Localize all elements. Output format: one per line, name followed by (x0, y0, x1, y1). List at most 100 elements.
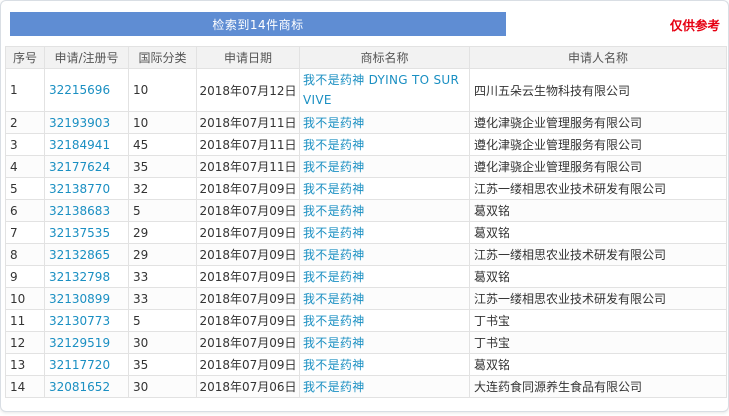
application-date: 2018年07月09日 (196, 221, 300, 244)
class-cell: 35 (128, 353, 197, 376)
application-date: 2018年07月11日 (196, 133, 300, 156)
table-row[interactable]: 3 32184941 45 2018年07月11日 我不是药神 遵化津骁企业管理服务有限公… (5, 133, 727, 156)
row-number: 1 (5, 68, 45, 112)
trademark-name-link[interactable]: 我不是药神 (299, 309, 470, 332)
reference-only-label: 仅供参考 (669, 18, 720, 33)
column-header-applicant[interactable]: 申请人名称 (469, 46, 727, 69)
column-header-date[interactable]: 申请日期 (196, 46, 300, 69)
class-cell: 45 (128, 133, 197, 156)
trademark-name-link[interactable]: 我不是药神 (299, 221, 470, 244)
trademark-name-link[interactable]: 我不是药神 (299, 155, 470, 178)
class-cell: 32 (128, 177, 197, 200)
class-cell: 29 (128, 221, 197, 244)
trademark-name-link[interactable]: 我不是药神 DYING TO SURVIVE (299, 68, 470, 112)
trademark-name-link[interactable]: 我不是药神 (299, 243, 470, 266)
table-row[interactable]: 1 32215696 10 2018年07月12日 我不是药神 DYING TO SUR… (5, 68, 727, 112)
applicant-name: 葛双铭 (469, 221, 727, 244)
column-header-no[interactable]: 序号 (5, 46, 45, 69)
search-summary-bar[interactable]: 检索到14件商标 (10, 12, 506, 36)
column-header-reg[interactable]: 申请/注册号 (44, 46, 129, 69)
registration-number-link[interactable]: 32215696 (44, 68, 129, 112)
registration-number-link[interactable]: 32129519 (44, 331, 129, 354)
class-cell: 5 (128, 309, 197, 332)
applicant-name: 遵化津骁企业管理服务有限公司 (469, 155, 727, 178)
registration-number-link[interactable]: 32117720 (44, 353, 129, 376)
application-date: 2018年07月09日 (196, 243, 300, 266)
application-date: 2018年07月06日 (196, 375, 300, 398)
table-row[interactable]: 4 32177624 35 2018年07月11日 我不是药神 遵化津骁企业管理服务有限公… (5, 155, 727, 178)
row-number: 2 (5, 111, 45, 134)
class-cell: 10 (128, 68, 197, 112)
applicant-name: 丁书宝 (469, 331, 727, 354)
row-number: 8 (5, 243, 45, 266)
column-header-trademark[interactable]: 商标名称 (299, 46, 470, 69)
row-number: 10 (5, 287, 45, 310)
table-row[interactable]: 9 32132798 33 2018年07月09日 我不是药神 葛双铭 (5, 265, 727, 288)
column-header-class[interactable]: 国际分类 (128, 46, 197, 69)
table-row[interactable]: 8 32132865 29 2018年07月09日 我不是药神 江苏一缕相思农业技术研发有… (5, 243, 727, 266)
registration-number-link[interactable]: 32184941 (44, 133, 129, 156)
row-number: 9 (5, 265, 45, 288)
table-row[interactable]: 10 32130899 33 2018年07月09日 我不是药神 江苏一缕相思农业技术研发… (5, 287, 727, 310)
row-number: 4 (5, 155, 45, 178)
registration-number-link[interactable]: 32130899 (44, 287, 129, 310)
trademark-name-link[interactable]: 我不是药神 (299, 353, 470, 376)
registration-number-link[interactable]: 32081652 (44, 375, 129, 398)
trademark-name-link[interactable]: 我不是药神 (299, 265, 470, 288)
application-date: 2018年07月09日 (196, 177, 300, 200)
registration-number-link[interactable]: 32138770 (44, 177, 129, 200)
applicant-name: 葛双铭 (469, 353, 727, 376)
table-row[interactable]: 5 32138770 32 2018年07月09日 我不是药神 江苏一缕相思农业技术研发有… (5, 177, 727, 200)
application-date: 2018年07月12日 (196, 68, 300, 112)
trademark-name-link[interactable]: 我不是药神 (299, 177, 470, 200)
table-header-row: 序号 申请/注册号 国际分类 申请日期 商标名称 申请人名称 (5, 46, 727, 69)
registration-number-link[interactable]: 32137535 (44, 221, 129, 244)
row-number: 6 (5, 199, 45, 222)
row-number: 12 (5, 331, 45, 354)
applicant-name: 遵化津骁企业管理服务有限公司 (469, 111, 727, 134)
registration-number-link[interactable]: 32132798 (44, 265, 129, 288)
trademark-name-link[interactable]: 我不是药神 (299, 375, 470, 398)
table-row[interactable]: 11 32130773 5 2018年07月09日 我不是药神 丁书宝 (5, 309, 727, 332)
class-cell: 30 (128, 331, 197, 354)
table-row[interactable]: 2 32193903 10 2018年07月11日 我不是药神 遵化津骁企业管理服务有限公… (5, 111, 727, 134)
applicant-name: 江苏一缕相思农业技术研发有限公司 (469, 287, 727, 310)
registration-number-link[interactable]: 32177624 (44, 155, 129, 178)
registration-number-link[interactable]: 32132865 (44, 243, 129, 266)
registration-number-link[interactable]: 32130773 (44, 309, 129, 332)
trademark-name-link[interactable]: 我不是药神 (299, 287, 470, 310)
table-row[interactable]: 6 32138683 5 2018年07月09日 我不是药神 葛双铭 (5, 199, 727, 222)
row-number: 13 (5, 353, 45, 376)
applicant-name: 葛双铭 (469, 265, 727, 288)
applicant-name: 遵化津骁企业管理服务有限公司 (469, 133, 727, 156)
row-number: 5 (5, 177, 45, 200)
class-cell: 30 (128, 375, 197, 398)
applicant-name: 四川五朵云生物科技有限公司 (469, 68, 727, 112)
application-date: 2018年07月11日 (196, 155, 300, 178)
trademark-table: 序号 申请/注册号 国际分类 申请日期 商标名称 申请人名称 1 32215696… (5, 46, 727, 398)
trademark-name-link[interactable]: 我不是药神 (299, 133, 470, 156)
applicant-name: 大连药食同源养生食品有限公司 (469, 375, 727, 398)
table-row[interactable]: 14 32081652 30 2018年07月06日 我不是药神 大连药食同源养生食品有限… (5, 375, 727, 398)
applicant-name: 江苏一缕相思农业技术研发有限公司 (469, 243, 727, 266)
row-number: 7 (5, 221, 45, 244)
table-row[interactable]: 12 32129519 30 2018年07月09日 我不是药神 丁书宝 (5, 331, 727, 354)
row-number: 14 (5, 375, 45, 398)
applicant-name: 丁书宝 (469, 309, 727, 332)
class-cell: 29 (128, 243, 197, 266)
application-date: 2018年07月11日 (196, 111, 300, 134)
application-date: 2018年07月09日 (196, 353, 300, 376)
application-date: 2018年07月09日 (196, 309, 300, 332)
registration-number-link[interactable]: 32193903 (44, 111, 129, 134)
table-row[interactable]: 13 32117720 35 2018年07月09日 我不是药神 葛双铭 (5, 353, 727, 376)
application-date: 2018年07月09日 (196, 199, 300, 222)
row-number: 3 (5, 133, 45, 156)
registration-number-link[interactable]: 32138683 (44, 199, 129, 222)
trademark-name-link[interactable]: 我不是药神 (299, 199, 470, 222)
class-cell: 33 (128, 265, 197, 288)
application-date: 2018年07月09日 (196, 265, 300, 288)
applicant-name: 江苏一缕相思农业技术研发有限公司 (469, 177, 727, 200)
trademark-name-link[interactable]: 我不是药神 (299, 331, 470, 354)
trademark-name-link[interactable]: 我不是药神 (299, 111, 470, 134)
table-row[interactable]: 7 32137535 29 2018年07月09日 我不是药神 葛双铭 (5, 221, 727, 244)
